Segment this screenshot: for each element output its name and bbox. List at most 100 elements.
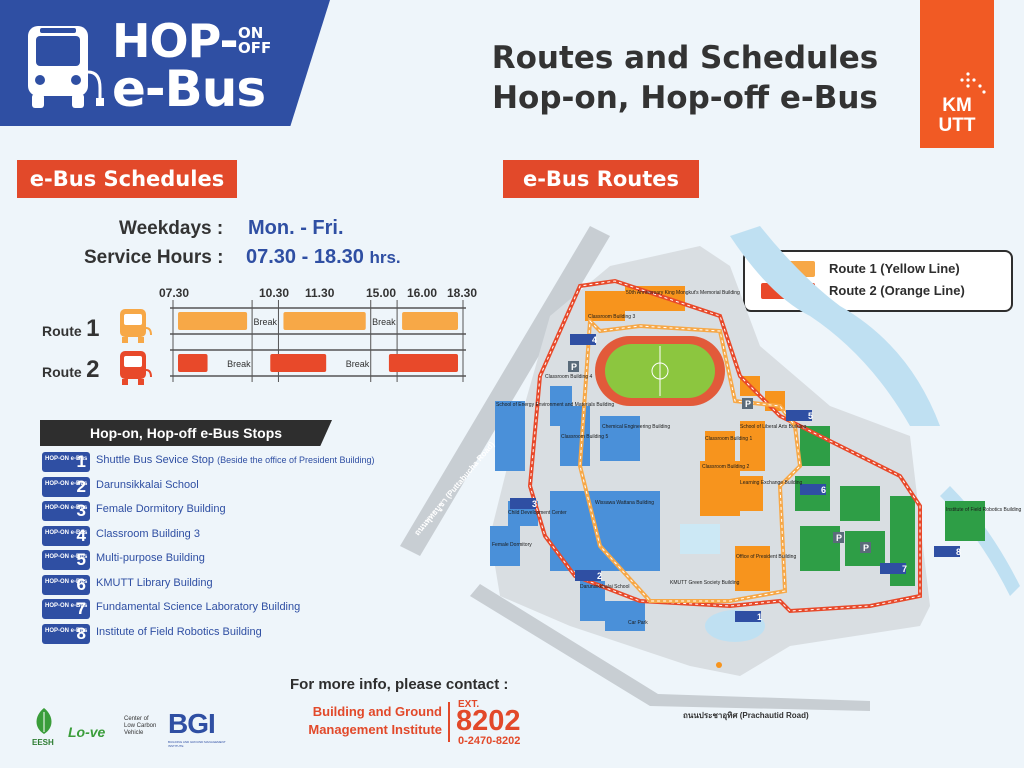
time-tick: 10.30 — [259, 286, 290, 300]
label-child-center: Child Development Center — [508, 510, 567, 516]
stop-name: Institute of Field Robotics Building — [96, 626, 262, 638]
map-stop-2[interactable]: 2 — [575, 570, 602, 581]
label-wissawa: Wissawa Wattana Building — [595, 500, 654, 506]
logo-line-hop: HOP- — [112, 14, 239, 68]
label-car-park: Car Park — [628, 620, 648, 626]
logo-off: OFF — [238, 39, 272, 57]
stop-number: 3 — [76, 501, 86, 520]
route-number: 1 — [86, 315, 100, 342]
stop-name: KMUTT Library Building — [96, 577, 213, 589]
page-title: Routes and Schedules Hop-on, Hop-off e-B… — [460, 38, 910, 118]
break-label: Break — [254, 317, 278, 327]
map-stop-5[interactable]: 5 — [786, 410, 813, 421]
stop-name-text: Fundamental Science Laboratory Building — [96, 601, 301, 613]
contact-title: For more info, please contact : — [290, 676, 509, 693]
label-classroom-2: Classroom Building 2 — [702, 464, 749, 470]
lcv-desc-1: Center of — [124, 716, 149, 722]
weekdays-value: Mon. - Fri. — [248, 217, 344, 239]
label-classroom-3: Classroom Building 3 — [588, 314, 635, 320]
parking-label: P — [863, 543, 869, 553]
stop-name-text: Institute of Field Robotics Building — [96, 626, 262, 638]
map-stop-number: 2 — [597, 571, 602, 581]
map-stop-number: 6 — [821, 485, 826, 495]
hours-unit: hrs. — [369, 248, 401, 267]
route-1-service-bar — [178, 312, 248, 330]
map-stop-1[interactable]: 1 — [735, 611, 762, 622]
stop-number: 1 — [76, 452, 86, 471]
routes-heading: e-Bus Routes — [503, 160, 699, 198]
building-school-energy — [495, 401, 525, 471]
service-hours-label: Service Hours : — [84, 247, 223, 269]
contact-divider — [448, 702, 450, 742]
stop-name: Darunsikkalai School — [96, 479, 199, 491]
eesh-leaf-icon — [36, 708, 52, 734]
hop-on-badge-icon: HOP-ON e-Bus 6 — [42, 575, 90, 595]
map-stop-number: 5 — [808, 411, 813, 421]
logo-line-ebus: e-Bus — [112, 60, 266, 118]
colon: : — [217, 247, 224, 268]
eesh-logo-text: EESH — [32, 738, 54, 747]
route-1-label: Route 1 — [42, 315, 99, 343]
route-2-service-bar — [178, 354, 208, 372]
hours-label-text: Service Hours — [84, 247, 212, 268]
department-name: Building and Ground Management Institute — [286, 703, 442, 739]
map-stop-7[interactable]: 7 — [880, 563, 907, 574]
stop-name-text: Classroom Building 3 — [96, 528, 200, 540]
route-2-bus-icon — [120, 351, 152, 385]
map-stop-4[interactable]: 4 — [570, 334, 597, 345]
bgi-desc: BUILDING AND GROUND MANAGEMENT INSTITUTE — [168, 740, 226, 748]
route-2-label: Route 2 — [42, 356, 99, 384]
hop-on-badge-icon: HOP-ON e-Bus 7 — [42, 599, 90, 619]
map-stop-number: 7 — [902, 564, 907, 574]
label-green-society: KMUTT Green Society Building — [670, 580, 740, 586]
kmutt-logo-text: KM UTT — [920, 96, 994, 136]
building-darun-2 — [605, 601, 645, 631]
stop-number: 2 — [76, 477, 86, 496]
stop-name: Shuttle Bus Sevice Stop (Beside the offi… — [96, 454, 375, 466]
map-stop-number: 8 — [956, 547, 961, 557]
stop-number: 7 — [76, 599, 86, 618]
label-robotics: Institute of Field Robotics Building — [946, 507, 1022, 513]
hop-on-badge-icon: HOP-ON e-Bus 8 — [42, 624, 90, 644]
stop-name-text: Darunsikkalai School — [96, 479, 199, 491]
title-line-1: Routes and Schedules — [491, 40, 879, 76]
campus-route-map: 1 2 3 4 5 6 7 8 P P P P Chemical Enginee… — [400, 226, 1022, 721]
stop-name-text: Multi-purpose Building — [96, 552, 205, 564]
parking-label: P — [745, 399, 751, 409]
star-marker-icon — [716, 662, 722, 668]
route-1-service-bar — [283, 312, 366, 330]
label-liberal-arts: School of Liberal Arts Building — [740, 424, 807, 430]
stop-name: Multi-purpose Building — [96, 552, 205, 564]
label-darunsikkhalai: Darunsikkhalai School — [580, 584, 629, 590]
lcv-logo-text: Lo-ve — [68, 724, 106, 740]
label-classroom-4: Classroom Building 4 — [545, 374, 592, 380]
map-stop-8[interactable]: 8 — [934, 546, 961, 557]
label-learning-exchange: Learning Exchange Building — [740, 480, 802, 486]
service-hours-value: 07.30 - 18.30 hrs. — [246, 246, 401, 269]
parking-label: P — [571, 362, 577, 372]
label-chemical: Chemical Engineering Building — [602, 424, 670, 430]
map-stop-number: 1 — [757, 612, 762, 622]
phone-number[interactable]: 0-2470-8202 — [458, 735, 520, 747]
break-label: Break — [346, 359, 370, 369]
stop-name: Female Dormitory Building — [96, 503, 226, 515]
label-classroom-5: Classroom Building 5 — [561, 434, 608, 440]
map-stop-number: 3 — [532, 499, 537, 509]
map-stop-6[interactable]: 6 — [800, 484, 826, 495]
stop-number: 6 — [76, 575, 86, 594]
building-green-pool — [680, 524, 720, 554]
route-number: 2 — [86, 356, 100, 383]
stops-heading: Hop-on, Hop-off e-Bus Stops — [40, 420, 332, 446]
hop-on-badge-icon: HOP-ON e-Bus 4 — [42, 526, 90, 546]
parking-label: P — [836, 533, 842, 543]
title-line-2: Hop-on, Hop-off e-Bus — [492, 80, 878, 116]
map-stop-3[interactable]: 3 — [510, 498, 537, 509]
colon: : — [216, 218, 224, 239]
stop-note: (Beside the office of President Building… — [217, 455, 375, 465]
building-president — [735, 546, 770, 591]
label-school-energy: School of Energy Environment and Materia… — [496, 402, 614, 408]
route-2-service-bar — [270, 354, 327, 372]
stop-name-text: KMUTT Library Building — [96, 577, 213, 589]
stop-name: Classroom Building 3 — [96, 528, 200, 540]
time-tick: 15.00 — [366, 286, 397, 300]
